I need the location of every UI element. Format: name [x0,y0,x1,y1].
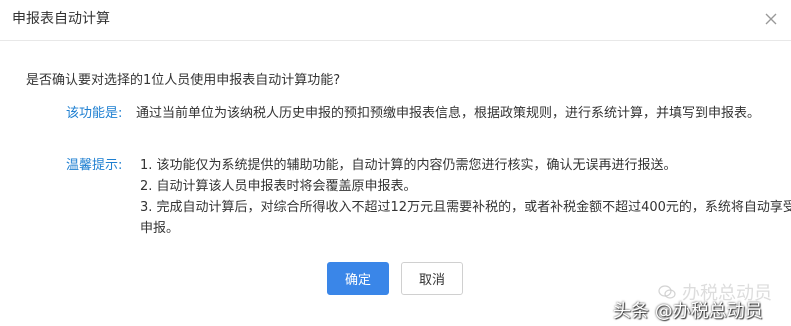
tips-list: 1. 该功能仅为系统提供的辅助功能，自动计算的内容仍需您进行核实，确认无误再进行… [140,155,791,239]
tip-item: 1. 该功能仅为系统提供的辅助功能，自动计算的内容仍需您进行核实，确认无误再进行… [140,158,677,173]
confirm-button[interactable]: 确定 [327,262,389,295]
dialog-header: 申报表自动计算 [0,0,791,41]
feature-description: 该功能是: 通过当前单位为该纳税人历史申报的预扣预缴申报表信息，根据政策规则，进… [66,103,791,124]
tip-item: 3. 完成自动计算后，对综合所得收入不超过12万元且需要补税的，或者补税金额不超… [140,200,791,236]
confirm-question: 是否确认要对选择的1位人员使用申报表自动计算功能? [26,73,341,88]
feature-label: 该功能是: [66,106,123,121]
tips-section: 温馨提示: 1. 该功能仅为系统提供的辅助功能，自动计算的内容仍需您进行核实，确… [66,155,791,239]
close-icon[interactable] [763,11,779,27]
auto-calc-dialog: 申报表自动计算 是否确认要对选择的1位人员使用申报表自动计算功能? 该功能是: … [0,0,791,326]
watermark-text-2: 头条 @办税总动员 [613,301,763,322]
feature-text: 通过当前单位为该纳税人历史申报的预扣预缴申报表信息，根据政策规则，进行系统计算，… [136,106,761,121]
tip-item: 2. 自动计算该人员申报表时将会覆盖原申报表。 [140,179,417,194]
cancel-button[interactable]: 取消 [401,262,463,295]
dialog-title: 申报表自动计算 [12,11,110,27]
tips-label: 温馨提示: [66,158,123,173]
